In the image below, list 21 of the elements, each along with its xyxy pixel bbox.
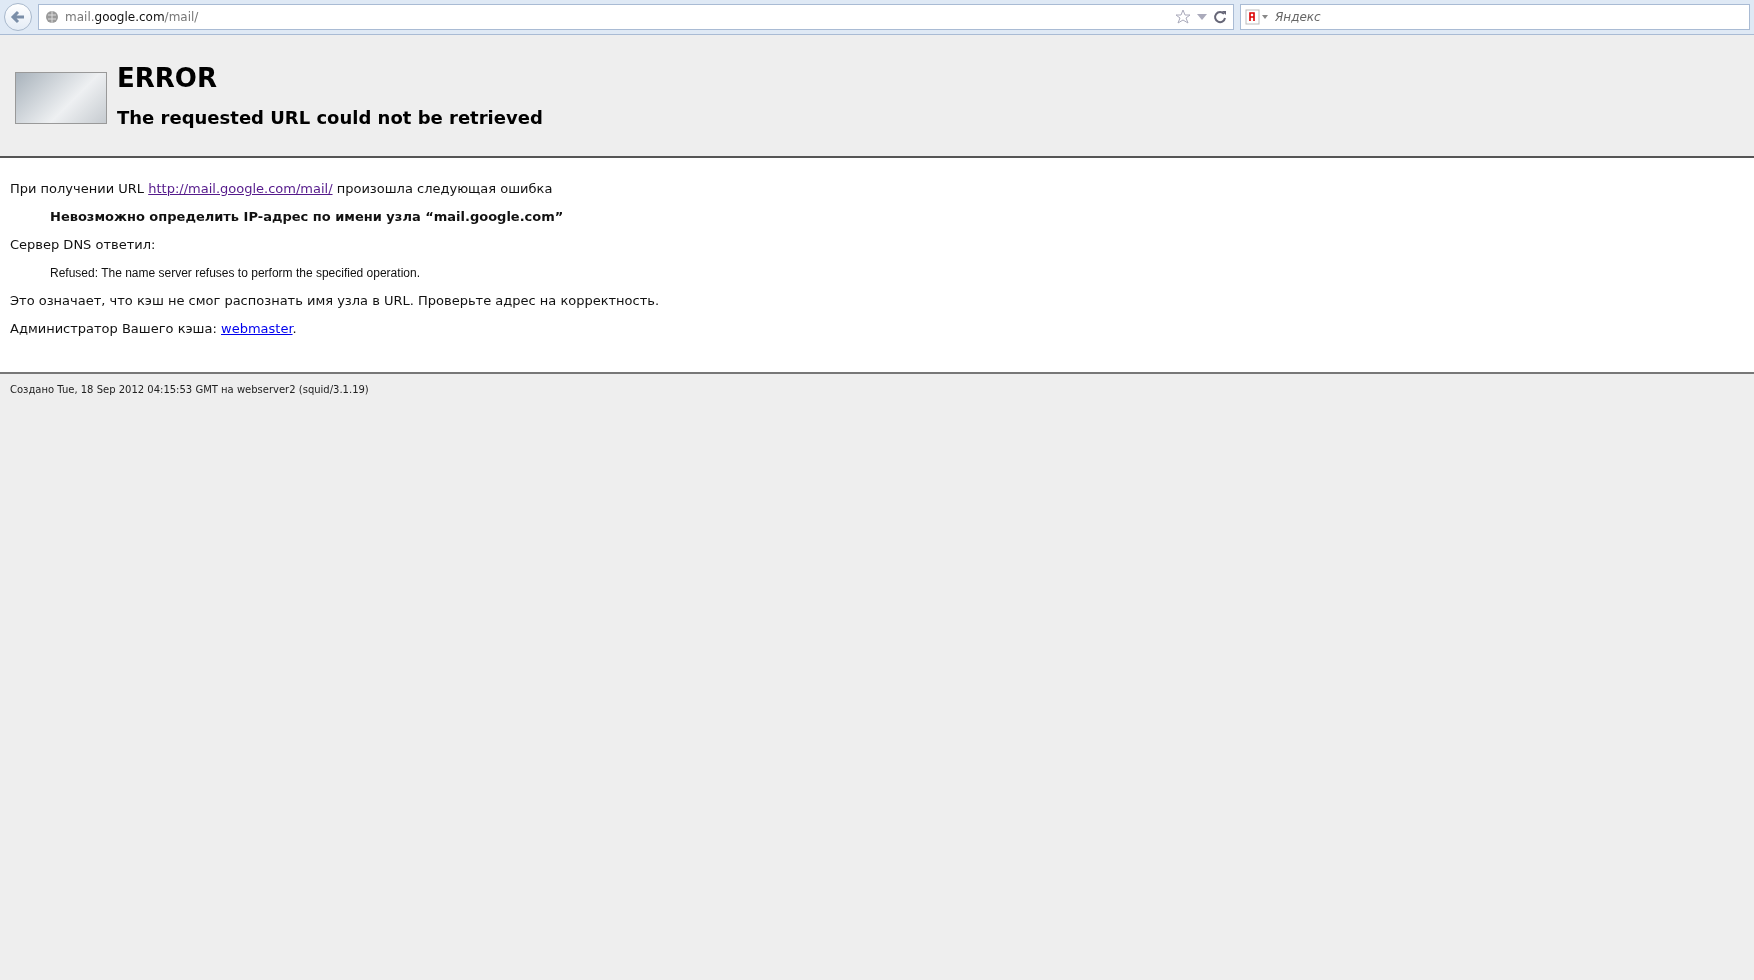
link[interactable]: webmaster [221, 321, 293, 336]
error-subtitle: The requested URL could not be retrieved [117, 107, 543, 128]
message-text: Сервер DNS ответил: [10, 236, 157, 254]
link[interactable]: http://mail.google.com/mail/ [148, 181, 333, 196]
message-text: Это означает, что кэш не смог распознать имя узла в URL. Проверьте адрес на корректность. [10, 292, 661, 310]
back-arrow-icon [10, 9, 26, 25]
search-input[interactable]: Яндекс [1273, 9, 1745, 25]
globe-icon [45, 10, 59, 24]
reload-icon[interactable] [1213, 10, 1227, 24]
error-detail: Refused: The name server refuses to perform the specified operation. [49, 265, 421, 282]
footer-text: Создано Tue, 18 Sep 2012 04:15:53 GMT на webserver2 (squid/3.1.19) [9, 383, 370, 397]
address-bar[interactable]: mail.google.com/mail/ [38, 4, 1234, 30]
message-text: При получении URL http://mail.google.com/mail/ произошла следующая ошибка [10, 180, 554, 198]
error-title: ERROR [117, 63, 218, 93]
error-message: Невозможно определить IP-адрес по имени узла “mail.google.com” [49, 208, 565, 226]
back-button[interactable] [4, 3, 32, 31]
search-engine-icon[interactable] [1245, 9, 1269, 25]
message-text: Администратор Вашего кэша: webmaster. [10, 320, 298, 338]
star-icon[interactable] [1175, 9, 1191, 25]
search-bar[interactable]: Яндекс [1240, 4, 1750, 30]
dropdown-icon[interactable] [1197, 13, 1207, 21]
